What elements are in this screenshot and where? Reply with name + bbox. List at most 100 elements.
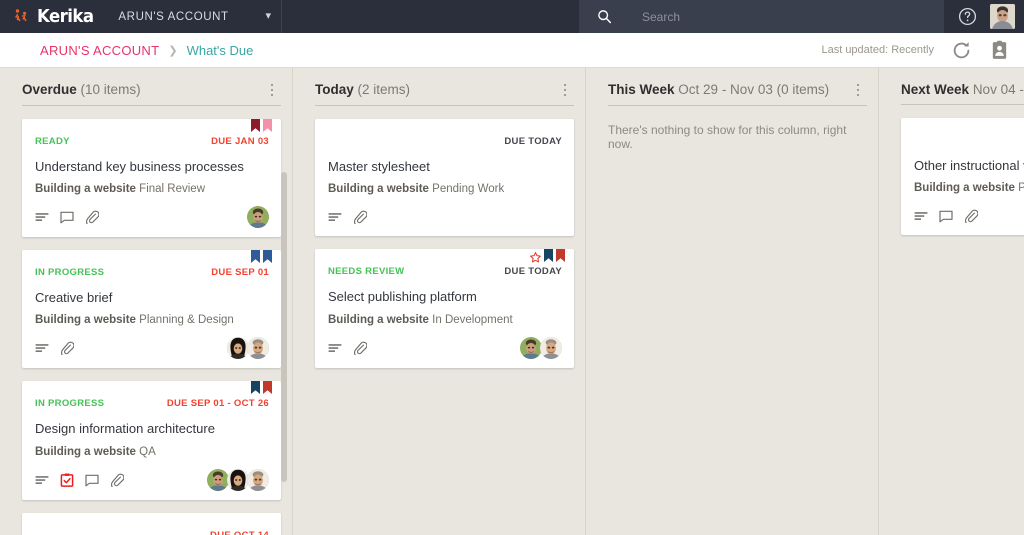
avatar[interactable] <box>247 468 269 491</box>
brand-account-selector[interactable]: Kerika ARUN'S ACCOUNT ▾ <box>0 0 282 33</box>
avatar[interactable] <box>540 336 562 359</box>
task-card[interactable]: DUE OCT 14Competitive surveyBuilding a w… <box>22 512 281 535</box>
column-title: Overdue (10 items) <box>22 82 141 97</box>
kebab-menu-icon[interactable] <box>851 82 865 98</box>
search-bar[interactable] <box>579 0 944 33</box>
card-column-name: QA <box>139 445 156 458</box>
description-icon[interactable] <box>35 210 49 224</box>
card-flag-icon[interactable] <box>556 249 565 263</box>
board-column-overdue: Overdue (10 items) READY DUE JAN 03 Underst… <box>0 68 293 535</box>
column-date-range: Oct 29 - Nov 03 <box>678 82 773 97</box>
card-status-row: IN PROGRESS DUE SEP 01 - OCT 26 <box>35 398 269 414</box>
column-header: Next Week Nov 04 - N <box>879 68 1024 97</box>
card-board-column: Building a website Pending Work <box>328 183 562 195</box>
column-card-list: There's nothing to show for this column,… <box>586 106 879 535</box>
card-flag-icon[interactable] <box>251 250 260 264</box>
card-flag-icon[interactable] <box>251 381 260 395</box>
avatar[interactable] <box>247 206 269 229</box>
avatar[interactable] <box>247 337 269 360</box>
card-assignee-avatars <box>207 468 269 491</box>
card-footer <box>35 468 269 491</box>
task-card[interactable]: NEEDS REVIEW DUE TODAY Select publishing p… <box>315 249 574 368</box>
attachment-icon[interactable] <box>85 210 100 228</box>
avatar[interactable] <box>227 337 249 360</box>
card-flag-icon[interactable] <box>544 249 553 263</box>
card-footer <box>35 206 269 229</box>
column-item-count: (10 items) <box>80 82 141 97</box>
attachment-icon[interactable] <box>110 473 125 490</box>
kebab-menu-icon[interactable] <box>265 82 279 98</box>
avatar[interactable] <box>207 468 229 491</box>
help-circle-icon[interactable] <box>958 7 977 26</box>
card-column-name: Planning & Design <box>139 314 234 327</box>
card-board-name: Building a website <box>328 313 429 326</box>
card-due-label: DUE JAN 03 <box>211 135 269 147</box>
card-column-name: Final Review <box>139 183 205 196</box>
attachment-icon[interactable] <box>964 209 979 226</box>
card-board-column: Building a website Pending <box>914 182 1024 194</box>
task-card[interactable]: Other instructional videos’ Building a we… <box>901 118 1024 236</box>
checklist-icon[interactable] <box>60 473 74 487</box>
user-avatar[interactable] <box>990 4 1015 29</box>
card-board-column: Building a website Planning & Design <box>35 314 269 326</box>
attachment-icon[interactable] <box>353 341 368 358</box>
task-card[interactable]: IN PROGRESS DUE SEP 01 Creative brief Build… <box>22 250 281 369</box>
card-due-label: DUE TODAY <box>504 266 562 278</box>
avatar[interactable] <box>227 468 249 491</box>
card-title: Other instructional videos’ <box>914 158 1024 173</box>
card-flag-icon[interactable] <box>251 118 260 132</box>
search-icon <box>597 9 612 24</box>
column-title: Today (2 items) <box>315 82 410 97</box>
column-card-list: Other instructional videos’ Building a we… <box>879 105 1024 535</box>
task-card[interactable]: READY DUE JAN 03 Understand key business p… <box>22 118 281 238</box>
kebab-menu-icon[interactable] <box>558 82 572 98</box>
card-title: Understand key business processes <box>35 158 244 174</box>
column-title: This Week Oct 29 - Nov 03 (0 items) <box>608 82 829 97</box>
kerika-logo-icon <box>12 7 32 27</box>
column-title: Next Week Nov 04 - N <box>901 82 1024 97</box>
description-icon[interactable] <box>35 341 49 355</box>
card-title: Master stylesheet <box>328 159 430 174</box>
comment-icon[interactable] <box>939 209 953 223</box>
refresh-icon[interactable] <box>951 40 972 61</box>
description-icon[interactable] <box>328 341 342 355</box>
column-title-text: Next Week <box>901 82 970 97</box>
search-input[interactable] <box>642 9 882 24</box>
card-status-label: NEEDS REVIEW <box>328 266 405 278</box>
description-icon[interactable] <box>328 210 342 224</box>
description-icon[interactable] <box>35 473 49 487</box>
column-card-list: DUE TODAY Master stylesheet Building a web… <box>293 106 586 535</box>
star-icon[interactable] <box>530 250 541 263</box>
board-column-today: Today (2 items) DUE TODAY Master styleshee… <box>293 68 586 535</box>
column-title-text: Today <box>315 82 354 97</box>
card-flag-icon[interactable] <box>263 250 272 264</box>
breadcrumb-page-link[interactable]: What's Due <box>187 43 254 58</box>
card-due-label: DUE TODAY <box>504 136 562 147</box>
top-bar: Kerika ARUN'S ACCOUNT ▾ <box>0 0 1024 33</box>
task-card[interactable]: IN PROGRESS DUE SEP 01 - OCT 26 Design inf… <box>22 381 281 500</box>
last-updated-label: Last updated: Recently <box>821 44 934 56</box>
column-title-text: This Week <box>608 82 675 97</box>
column-scrollbar[interactable] <box>281 172 287 482</box>
comment-icon[interactable] <box>60 210 74 224</box>
card-flag-icon[interactable] <box>263 118 272 132</box>
chevron-down-icon[interactable]: ▾ <box>265 11 271 22</box>
card-board-name: Building a website <box>35 445 136 458</box>
avatar[interactable] <box>520 336 542 359</box>
card-status-row: READY DUE JAN 03 <box>35 136 269 152</box>
attachment-icon[interactable] <box>60 341 75 359</box>
task-card[interactable]: DUE TODAY Master stylesheet Building a web… <box>315 119 574 237</box>
card-column-name: Pending <box>1018 182 1024 195</box>
comment-icon[interactable] <box>85 473 99 487</box>
column-card-list: READY DUE JAN 03 Understand key business p… <box>0 106 293 535</box>
card-board-column: Building a website In Development <box>328 314 562 326</box>
card-flag-group <box>251 118 272 132</box>
column-header: Today (2 items) <box>293 68 586 98</box>
card-board-name: Building a website <box>35 183 136 196</box>
attachment-icon[interactable] <box>353 210 368 227</box>
board-id-card-icon[interactable] <box>989 40 1010 61</box>
card-flag-icon[interactable] <box>263 381 272 395</box>
card-board-column: Building a website QA <box>35 446 269 458</box>
description-icon[interactable] <box>914 209 928 223</box>
breadcrumb-account-link[interactable]: ARUN'S ACCOUNT <box>40 43 159 58</box>
